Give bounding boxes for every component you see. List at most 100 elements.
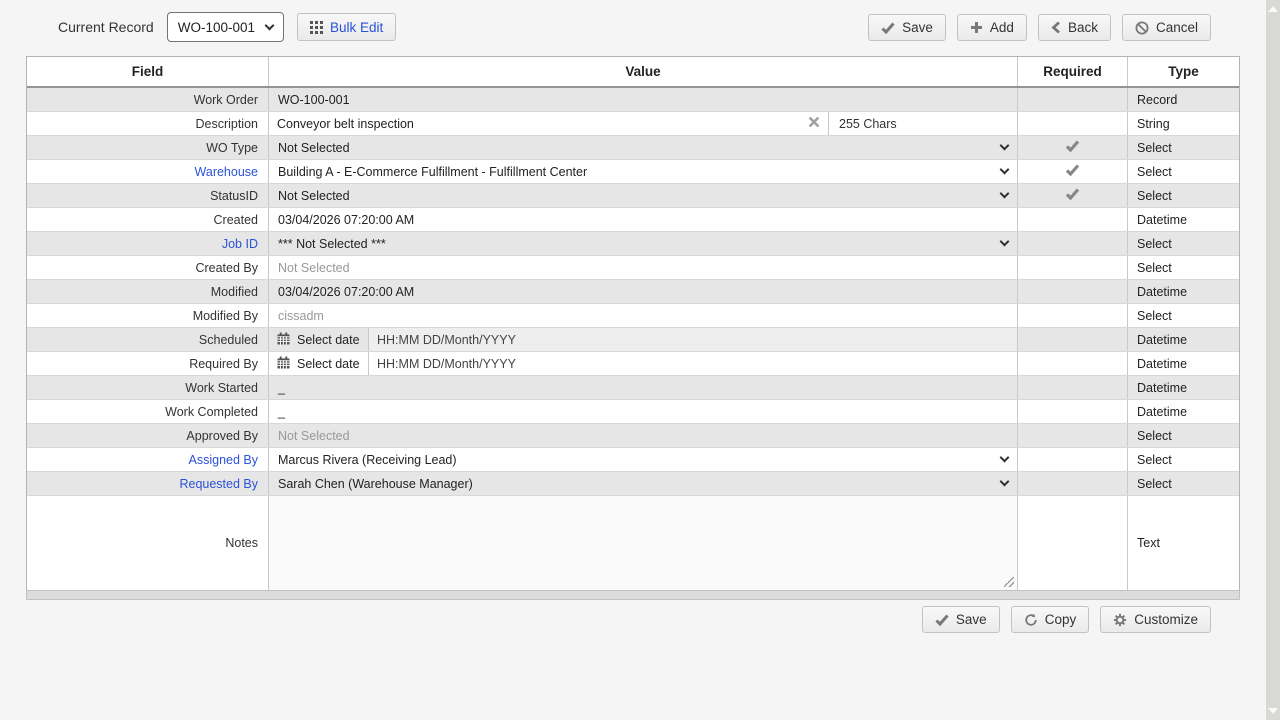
- type-cell-modified: Datetime: [1128, 280, 1239, 303]
- type-cell-modified-by: Select: [1128, 304, 1239, 327]
- value-approved-by: Not Selected: [269, 429, 350, 443]
- table-row-description: DescriptionConveyor belt inspection255 C…: [27, 112, 1239, 136]
- field-cell-notes: Notes: [27, 496, 269, 590]
- value-work-completed: _: [269, 405, 285, 419]
- selected-value: Not Selected: [278, 189, 350, 203]
- field-label-scheduled: Scheduled: [199, 333, 258, 347]
- header-field: Field: [27, 57, 269, 86]
- scroll-up-arrow-icon[interactable]: [1268, 6, 1278, 12]
- requested-by-select[interactable]: Sarah Chen (Warehouse Manager): [269, 472, 1017, 495]
- chevron-down-icon: [1000, 141, 1010, 151]
- table-row-job-id: Job ID*** Not Selected ***Select: [27, 232, 1239, 256]
- grid-icon: [310, 21, 323, 34]
- save-button-bottom[interactable]: Save: [922, 606, 1000, 633]
- value-cell-warehouse: Building A - E-Commerce Fulfillment - Fu…: [269, 160, 1018, 183]
- select-date-label: Select date: [297, 333, 360, 347]
- notes-textarea[interactable]: [269, 496, 1017, 590]
- required-by-datetime-input[interactable]: HH:MM DD/Month/YYYY: [369, 352, 1017, 375]
- gear-icon: [1113, 613, 1127, 627]
- plus-icon: [970, 21, 983, 34]
- table-row-wo-type: WO TypeNot SelectedSelect: [27, 136, 1239, 160]
- required-cell-required-by: [1018, 352, 1128, 375]
- required-cell-notes: [1018, 496, 1128, 590]
- ban-icon: [1135, 21, 1149, 35]
- input-value: Conveyor belt inspection: [277, 117, 414, 131]
- value-work-order: WO-100-001: [269, 93, 350, 107]
- field-cell-created-by: Created By: [27, 256, 269, 279]
- field-link-warehouse[interactable]: Warehouse: [195, 165, 258, 179]
- value-cell-scheduled: Select date HH:MM DD/Month/YYYY: [269, 328, 1018, 351]
- type-cell-work-completed: Datetime: [1128, 400, 1239, 423]
- record-table-body: Work OrderWO-100-001RecordDescriptionCon…: [27, 88, 1239, 590]
- required-cell-created: [1018, 208, 1128, 231]
- required-by-select-date-button[interactable]: Select date: [269, 352, 369, 375]
- save-button[interactable]: Save: [868, 14, 946, 41]
- resize-handle-icon[interactable]: [1004, 577, 1014, 587]
- type-cell-work-started: Datetime: [1128, 376, 1239, 399]
- back-button[interactable]: Back: [1038, 14, 1111, 41]
- current-record-value: WO-100-001: [178, 20, 255, 35]
- type-cell-approved-by: Select: [1128, 424, 1239, 447]
- bulk-edit-button[interactable]: Bulk Edit: [297, 13, 396, 41]
- required-cell-wo-type: [1018, 136, 1128, 159]
- value-cell-approved-by: Not Selected: [269, 424, 1018, 447]
- statusid-select[interactable]: Not Selected: [269, 184, 1017, 207]
- save-label: Save: [956, 612, 987, 627]
- value-modified-by: cissadm: [269, 309, 324, 323]
- copy-button[interactable]: Copy: [1011, 606, 1090, 633]
- chevron-down-icon: [1000, 453, 1010, 463]
- field-link-assigned-by[interactable]: Assigned By: [189, 453, 258, 467]
- field-cell-requested-by: Requested By: [27, 472, 269, 495]
- calendar-icon: [277, 356, 290, 372]
- required-cell-scheduled: [1018, 328, 1128, 351]
- cancel-label: Cancel: [1156, 20, 1198, 35]
- required-cell-work-completed: [1018, 400, 1128, 423]
- scheduled-select-date-button[interactable]: Select date: [269, 328, 369, 351]
- selected-value: *** Not Selected ***: [278, 237, 386, 251]
- select-date-label: Select date: [297, 357, 360, 371]
- customize-label: Customize: [1134, 612, 1198, 627]
- job-id-select[interactable]: *** Not Selected ***: [269, 232, 1017, 255]
- header-value: Value: [269, 57, 1018, 86]
- description-input[interactable]: Conveyor belt inspection: [269, 112, 829, 135]
- chevron-down-icon: [1000, 165, 1010, 175]
- type-cell-wo-type: Select: [1128, 136, 1239, 159]
- type-cell-notes: Text: [1128, 496, 1239, 590]
- field-link-job-id[interactable]: Job ID: [222, 237, 258, 251]
- horizontal-scrollbar[interactable]: [26, 590, 1240, 600]
- clear-x-icon[interactable]: [808, 116, 820, 131]
- record-table: Field Value Required Type Work OrderWO-1…: [26, 56, 1240, 591]
- table-row-scheduled: Scheduled Select date HH:MM DD/Month/YYYY D…: [27, 328, 1239, 352]
- field-cell-modified: Modified: [27, 280, 269, 303]
- field-label-work-started: Work Started: [185, 381, 258, 395]
- table-row-work-completed: Work Completed_Datetime: [27, 400, 1239, 424]
- table-row-modified-by: Modified BycissadmSelect: [27, 304, 1239, 328]
- scheduled-datetime-input[interactable]: HH:MM DD/Month/YYYY: [369, 328, 1017, 351]
- assigned-by-select[interactable]: Marcus Rivera (Receiving Lead): [269, 448, 1017, 471]
- scroll-down-arrow-icon[interactable]: [1268, 708, 1278, 714]
- required-cell-created-by: [1018, 256, 1128, 279]
- table-row-requested-by: Requested By Sarah Chen (Warehouse Manage…: [27, 472, 1239, 496]
- field-link-requested-by[interactable]: Requested By: [179, 477, 258, 491]
- field-cell-warehouse: Warehouse: [27, 160, 269, 183]
- value-cell-work-order: WO-100-001: [269, 88, 1018, 111]
- calendar-icon: [277, 332, 290, 348]
- type-cell-scheduled: Datetime: [1128, 328, 1239, 351]
- field-label-work-order: Work Order: [194, 93, 258, 107]
- current-record-select[interactable]: WO-100-001: [167, 12, 284, 42]
- cancel-button[interactable]: Cancel: [1122, 14, 1211, 41]
- vertical-scrollbar[interactable]: [1266, 0, 1280, 720]
- value-cell-created-by: Not Selected: [269, 256, 1018, 279]
- table-row-required-by: Required BySelect dateHH:MM DD/Month/YYY…: [27, 352, 1239, 376]
- required-cell-assigned-by: [1018, 448, 1128, 471]
- type-cell-requested-by: Select: [1128, 472, 1239, 495]
- warehouse-select[interactable]: Building A - E-Commerce Fulfillment - Fu…: [269, 160, 1017, 183]
- table-row-work-started: Work Started_Datetime: [27, 376, 1239, 400]
- customize-button[interactable]: Customize: [1100, 606, 1211, 633]
- chevron-down-icon: [265, 20, 275, 30]
- wo-type-select[interactable]: Not Selected: [269, 136, 1017, 159]
- add-button[interactable]: Add: [957, 14, 1027, 41]
- value-cell-assigned-by: Marcus Rivera (Receiving Lead): [269, 448, 1018, 471]
- back-label: Back: [1068, 20, 1098, 35]
- table-row-notes: Notes Text: [27, 496, 1239, 590]
